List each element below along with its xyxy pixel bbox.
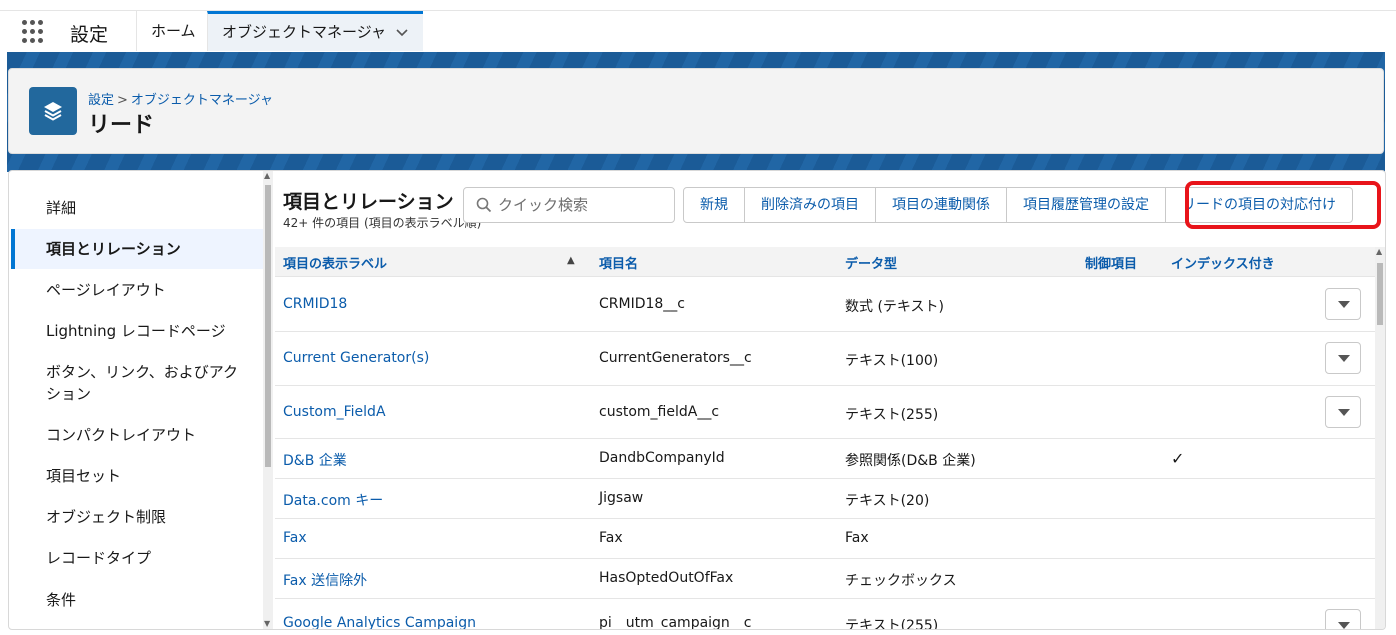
table-row: Fax Fax Fax	[275, 519, 1375, 559]
field-dependencies-button[interactable]: 項目の連動関係	[875, 187, 1007, 223]
column-header-label[interactable]: 項目の表示ラベル	[283, 253, 387, 272]
row-menu-icon	[1338, 622, 1350, 629]
field-api-name: Fax	[599, 530, 623, 546]
row-menu-icon	[1338, 301, 1350, 308]
row-menu-icon	[1338, 355, 1350, 362]
column-header-type[interactable]: データ型	[845, 253, 897, 272]
chevron-down-icon[interactable]	[396, 15, 408, 51]
field-api-name: custom_fieldA__c	[599, 404, 720, 420]
page-header: 設定 > オブジェクトマネージャ リード	[8, 68, 1384, 154]
column-header-controlling[interactable]: 制御項目	[1085, 253, 1137, 272]
field-label-link[interactable]: D&B 企業	[283, 450, 347, 470]
app-name: 設定	[70, 24, 109, 46]
table-row: Custom_FieldA custom_fieldA__c テキスト(255)	[275, 386, 1375, 439]
row-menu-icon	[1338, 409, 1350, 416]
field-label-link[interactable]: Google Analytics Campaign	[283, 615, 476, 629]
column-header-name[interactable]: 項目名	[599, 253, 638, 272]
field-api-name: Jigsaw	[599, 490, 644, 506]
sidebar-item-compact-layouts[interactable]: コンパクトレイアウト	[11, 424, 263, 446]
deleted-fields-button[interactable]: 削除済みの項目	[744, 187, 876, 223]
field-label-link[interactable]: Fax 送信除外	[283, 570, 367, 590]
section-title: 項目とリレーション	[283, 191, 454, 213]
field-api-name: CurrentGenerators__c	[599, 350, 752, 366]
table-row: Data.com キー Jigsaw テキスト(20)	[275, 479, 1375, 519]
table-row: CRMID18 CRMID18__c 数式 (テキスト)	[275, 278, 1375, 332]
stack-icon	[29, 87, 77, 135]
field-data-type: Fax	[845, 530, 869, 546]
scroll-down-icon[interactable]: ▼	[264, 619, 270, 628]
page-title: リード	[88, 113, 155, 138]
field-count: 42+ 件の項目 (項目の表示ラベル順)	[283, 216, 482, 230]
field-data-type: テキスト(100)	[845, 353, 939, 369]
highlight-box	[1185, 181, 1381, 229]
sort-ascending-icon[interactable]: ▲	[567, 255, 575, 266]
table-scroll-thumb[interactable]	[1377, 263, 1383, 325]
table-row: Current Generator(s) CurrentGenerators__…	[275, 332, 1375, 386]
field-api-name: pi__utm_campaign__c	[599, 615, 752, 630]
sidebar-item-record-types[interactable]: レコードタイプ	[11, 547, 263, 569]
table-scrollbar[interactable]: ▲	[1375, 247, 1385, 629]
field-label-link[interactable]: Fax	[283, 530, 307, 546]
tab-home[interactable]: ホーム	[136, 11, 210, 51]
sidebar-scroll-thumb[interactable]	[265, 185, 271, 467]
field-data-type: 数式 (テキスト)	[845, 299, 944, 315]
global-navigation: 設定 ホーム オブジェクトマネージャ	[0, 10, 1396, 51]
column-header-indexed[interactable]: インデックス付き	[1171, 253, 1275, 272]
sidebar-item-page-layouts[interactable]: ページレイアウト	[11, 279, 263, 301]
scroll-up-icon[interactable]: ▲	[1376, 247, 1382, 256]
sidebar-item-field-sets[interactable]: 項目セット	[11, 465, 263, 487]
sidebar-item-details[interactable]: 詳細	[11, 197, 263, 219]
field-label-link[interactable]: Current Generator(s)	[283, 350, 429, 366]
field-data-type: テキスト(255)	[845, 407, 939, 423]
quick-search-input[interactable]	[498, 194, 668, 216]
table-row: Google Analytics Campaign pi__utm_campai…	[275, 599, 1375, 630]
field-data-type: 参照関係(D&B 企業)	[845, 453, 976, 469]
breadcrumb-object-manager-link[interactable]: オブジェクトマネージャ	[131, 93, 273, 108]
tab-object-manager[interactable]: オブジェクトマネージャ	[207, 11, 423, 51]
sidebar-item-object-limits[interactable]: オブジェクト制限	[11, 506, 263, 528]
field-label-link[interactable]: Data.com キー	[283, 490, 383, 510]
sidebar-item-lightning-record-pages[interactable]: Lightning レコードページ	[11, 320, 263, 342]
sidebar-item-fields-relationships[interactable]: 項目とリレーション	[11, 229, 263, 269]
field-data-type: テキスト(255)	[845, 618, 939, 630]
row-menu-button[interactable]	[1325, 396, 1361, 428]
fields-panel: 項目とリレーション 42+ 件の項目 (項目の表示ラベル順) 新規 削除済みの項…	[275, 171, 1385, 630]
table-row: Fax 送信除外 HasOptedOutOfFax チェックボックス	[275, 559, 1375, 599]
main-card: 詳細 項目とリレーション ページレイアウト Lightning レコードページ …	[8, 170, 1386, 630]
sidebar-scrollbar[interactable]: ▲ ▼	[263, 171, 273, 629]
scroll-up-icon[interactable]: ▲	[264, 171, 270, 180]
field-api-name: HasOptedOutOfFax	[599, 570, 734, 586]
search-icon	[476, 197, 492, 213]
row-menu-button[interactable]	[1325, 609, 1361, 629]
breadcrumb-separator: >	[117, 93, 128, 108]
indexed-check-icon: ✓	[1171, 449, 1185, 468]
sidebar-item-buttons-links-actions[interactable]: ボタン、リンク、およびアクション	[11, 361, 241, 405]
breadcrumb: 設定 > オブジェクトマネージャ	[88, 89, 273, 108]
field-api-name: CRMID18__c	[599, 296, 686, 312]
field-data-type: テキスト(20)	[845, 493, 930, 509]
table-header: 項目の表示ラベル ▲ 項目名 データ型 制御項目 インデックス付き	[275, 247, 1375, 277]
app-launcher-icon[interactable]	[22, 20, 46, 44]
sidebar: 詳細 項目とリレーション ページレイアウト Lightning レコードページ …	[9, 171, 263, 629]
field-label-link[interactable]: Custom_FieldA	[283, 404, 386, 420]
table-row: D&B 企業 DandbCompanyId 参照関係(D&B 企業) ✓	[275, 439, 1375, 479]
history-tracking-button[interactable]: 項目履歴管理の設定	[1006, 187, 1166, 223]
sidebar-item-conditions[interactable]: 条件	[11, 589, 263, 611]
row-menu-button[interactable]	[1325, 342, 1361, 374]
field-data-type: チェックボックス	[845, 573, 957, 589]
field-label-link[interactable]: CRMID18	[283, 296, 347, 312]
quick-search[interactable]	[463, 187, 675, 223]
field-api-name: DandbCompanyId	[599, 450, 725, 466]
tab-object-manager-label: オブジェクトマネージャ	[222, 23, 386, 41]
row-menu-button[interactable]	[1325, 288, 1361, 320]
new-button[interactable]: 新規	[683, 187, 745, 223]
breadcrumb-setup-link[interactable]: 設定	[88, 93, 114, 108]
